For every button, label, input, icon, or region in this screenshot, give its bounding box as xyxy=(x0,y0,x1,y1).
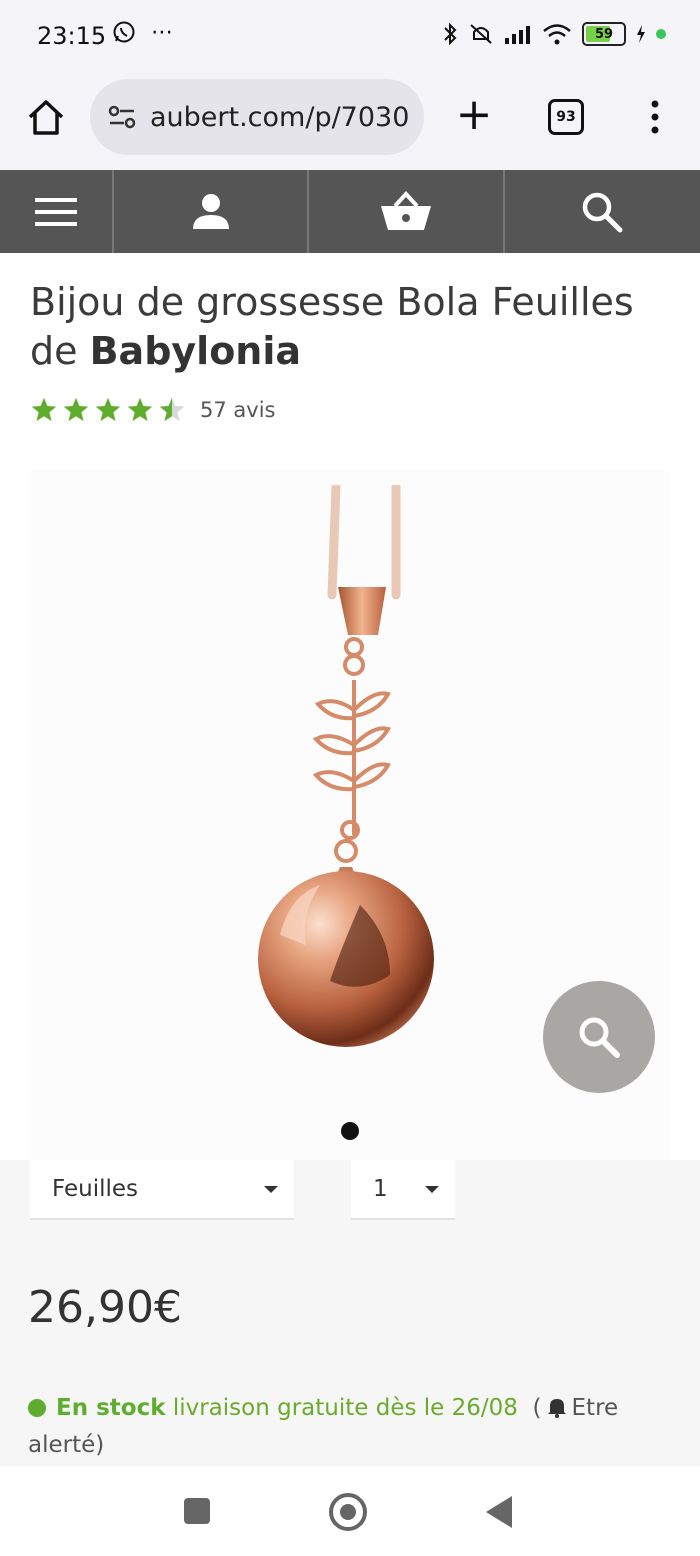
browser-toolbar: aubert.com/p/7030 + 93 xyxy=(0,75,700,170)
status-right-icons: 59 xyxy=(442,22,666,46)
in-stock-dot-icon xyxy=(28,1399,46,1417)
recents-icon[interactable] xyxy=(184,1498,210,1524)
back-icon[interactable] xyxy=(486,1496,512,1528)
kebab-menu-icon[interactable] xyxy=(644,97,666,137)
battery-icon: 59 xyxy=(582,22,626,46)
review-count[interactable]: 57 avis xyxy=(200,398,275,422)
status-left-icons: ⋯ xyxy=(112,20,173,45)
product-price: 26,90€ xyxy=(28,1282,182,1333)
alert-paren: ( xyxy=(532,1395,542,1421)
star-full-icon xyxy=(31,397,57,422)
rating[interactable]: 57 avis xyxy=(30,396,275,424)
wifi-icon xyxy=(543,24,571,45)
address-bar[interactable]: aubert.com/p/7030 xyxy=(90,79,424,155)
variant-value: Feuilles xyxy=(52,1176,139,1202)
stock-info: En stock livraison gratuite dès le 26/08… xyxy=(28,1390,678,1464)
rating-stars xyxy=(30,396,186,424)
menu-icon xyxy=(35,197,78,226)
star-full-icon xyxy=(63,397,89,422)
star-full-icon xyxy=(127,397,153,422)
basket-icon xyxy=(381,190,432,230)
bell-icon xyxy=(547,1399,566,1418)
search-icon xyxy=(583,192,623,232)
site-settings-icon[interactable] xyxy=(106,101,138,133)
stock-status: En stock xyxy=(56,1395,166,1421)
carousel-dot-active[interactable] xyxy=(341,1122,359,1140)
charging-icon xyxy=(637,25,645,43)
nav-basket-button[interactable] xyxy=(309,170,505,253)
delivery-info: livraison gratuite dès le 26/08 xyxy=(172,1395,518,1421)
android-nav-bar xyxy=(0,1466,700,1556)
zoom-icon xyxy=(579,1017,620,1058)
status-dot xyxy=(656,29,666,39)
nav-account-button[interactable] xyxy=(114,170,310,253)
mute-icon xyxy=(470,24,492,44)
nav-search-button[interactable] xyxy=(505,170,700,253)
star-full-icon xyxy=(95,397,121,422)
nav-menu-button[interactable] xyxy=(0,170,115,253)
variant-select[interactable]: Feuilles xyxy=(30,1160,294,1220)
site-nav xyxy=(0,170,700,253)
chevron-down-icon xyxy=(425,1186,439,1193)
zoom-button[interactable] xyxy=(543,981,655,1093)
star-half-icon xyxy=(159,397,185,422)
pendant-image xyxy=(258,485,434,1047)
brand-name[interactable]: Babylonia xyxy=(90,329,301,373)
quantity-select[interactable]: 1 xyxy=(351,1160,455,1220)
signal-icon xyxy=(505,26,530,44)
whatsapp-icon xyxy=(113,21,135,43)
plus-icon[interactable]: + xyxy=(452,93,496,139)
status-bar: 23:15 ⋯ 59 xyxy=(0,0,700,75)
account-icon xyxy=(192,193,229,229)
status-time: 23:15 xyxy=(37,22,107,50)
bluetooth-icon xyxy=(444,22,457,46)
home-icon[interactable] xyxy=(24,95,68,139)
url-text: aubert.com/p/7030 xyxy=(150,101,410,133)
home-nav-icon[interactable] xyxy=(329,1493,367,1531)
more-icon: ⋯ xyxy=(151,20,173,45)
tabs-icon[interactable]: 93 xyxy=(548,99,584,135)
product-title: Bijou de grossesse Bola Feuilles de Baby… xyxy=(30,278,670,376)
quantity-value: 1 xyxy=(373,1176,388,1202)
chevron-down-icon xyxy=(264,1186,278,1193)
tab-count: 93 xyxy=(556,109,576,125)
